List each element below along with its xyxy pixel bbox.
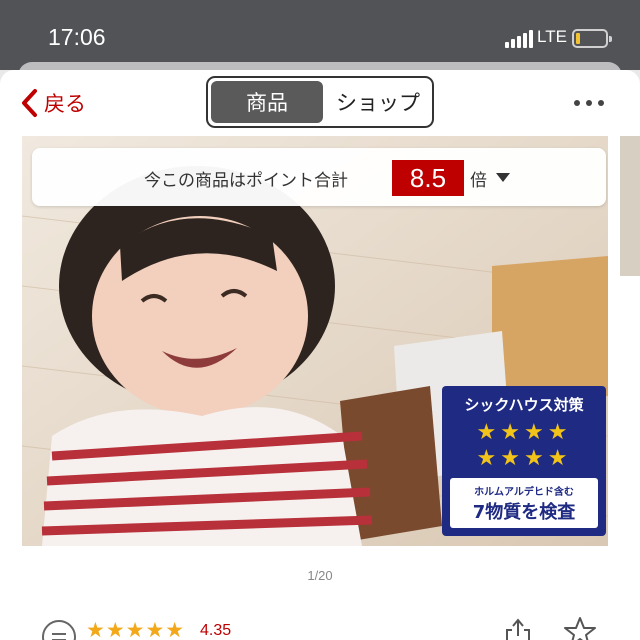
badge-box: ホルムアルデヒド含む 7物質を検査 [450, 478, 598, 528]
badge-stars: ★★★★ ★★★★ [476, 420, 572, 471]
caret-down-icon [496, 173, 510, 182]
more-icon[interactable] [574, 100, 606, 108]
signal-icon [505, 30, 533, 48]
battery-icon [572, 29, 612, 48]
share-icon[interactable] [505, 616, 531, 640]
status-time: 17:06 [48, 24, 106, 50]
network-type: LTE [537, 27, 567, 46]
tab-shop[interactable]: ショップ [324, 81, 432, 123]
status-bar: 17:06 LTE [0, 0, 640, 70]
next-image-peek[interactable] [620, 136, 640, 276]
badge-main: 7物質を検査 [472, 502, 576, 523]
rating-value[interactable]: 4.35 [200, 622, 231, 640]
rating-stars: ★★★★★ [86, 618, 186, 640]
points-suffix: 倍 [470, 171, 487, 191]
points-text: 今この商品はポイント合計 [144, 171, 348, 191]
points-multiplier: 8.5 [392, 160, 464, 196]
tab-product[interactable]: 商品 [211, 81, 323, 123]
back-label: 戻る [44, 92, 86, 116]
product-image[interactable]: 今この商品はポイント合計 8.5 倍 シックハウス対策 ★★★★ ★★★★ ホル… [22, 136, 608, 546]
segment-control: 商品 ショップ [206, 76, 434, 128]
points-banner[interactable]: 今この商品はポイント合計 8.5 倍 [32, 148, 606, 206]
product-sheet: 戻る 商品 ショップ 今この商品はポイント合計 8.5 倍 シックハウス対策 ★… [0, 70, 640, 640]
page-indicator: 1/20 [307, 568, 333, 583]
chevron-left-icon [22, 89, 37, 117]
badge-title: シックハウス対策 [464, 396, 584, 414]
review-icon[interactable] [42, 620, 76, 640]
badge-sub: ホルムアルデヒド含む [474, 487, 574, 498]
star-outline-icon[interactable] [563, 616, 597, 640]
rating-row: ★★★★★ 4.35 [0, 616, 640, 640]
sick-house-badge: シックハウス対策 ★★★★ ★★★★ ホルムアルデヒド含む 7物質を検査 [442, 386, 606, 536]
back-button[interactable]: 戻る [20, 88, 86, 118]
